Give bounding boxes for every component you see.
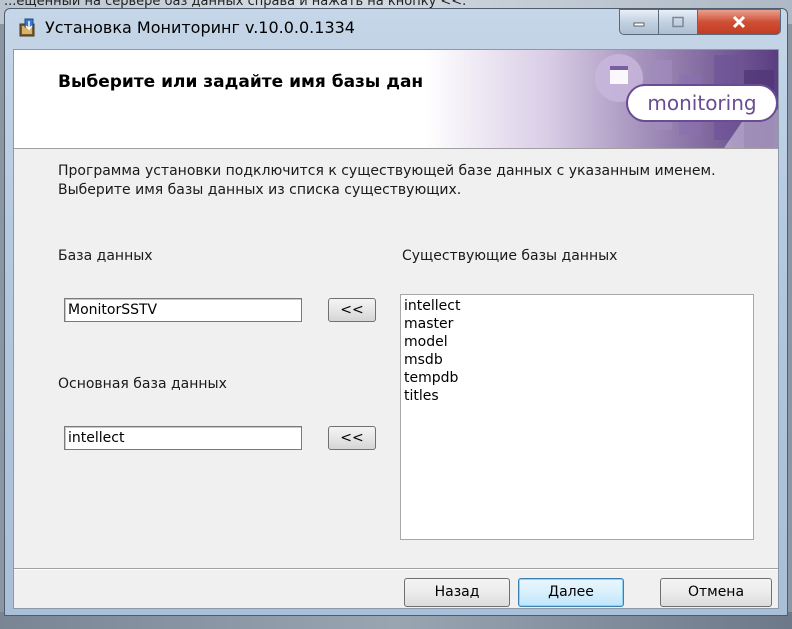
list-item[interactable]: tempdb bbox=[404, 369, 753, 387]
maximize-button[interactable] bbox=[658, 9, 698, 35]
instructions-line-2: Выберите имя базы данных из списка сущес… bbox=[58, 182, 462, 198]
dialog-body: Выберите или задайте имя базы данных. mo… bbox=[13, 49, 779, 609]
window-title: Установка Мониторинг v.10.0.0.1334 bbox=[45, 18, 355, 37]
footer-divider bbox=[14, 568, 778, 570]
close-icon bbox=[732, 15, 746, 29]
existing-databases-list[interactable]: intellect master model msdb tempdb title… bbox=[400, 294, 754, 540]
installer-window: Установка Мониторинг v.10.0.0.1334 Выбер… bbox=[4, 8, 788, 616]
minimize-icon bbox=[633, 22, 645, 27]
main-database-label: Основная база данных bbox=[58, 376, 227, 392]
list-item[interactable]: titles bbox=[404, 387, 753, 405]
list-item[interactable]: model bbox=[404, 333, 753, 351]
page-title: Выберите или задайте имя базы данных. bbox=[58, 72, 468, 92]
list-item[interactable]: master bbox=[404, 315, 753, 333]
list-item[interactable]: intellect bbox=[404, 297, 753, 315]
next-button[interactable]: Далее bbox=[518, 578, 624, 607]
database-label: База данных bbox=[58, 248, 153, 264]
installer-app-icon bbox=[19, 18, 35, 37]
logo-text: monitoring bbox=[647, 91, 757, 115]
existing-databases-label: Существующие базы данных bbox=[402, 248, 618, 264]
back-button[interactable]: Назад bbox=[404, 578, 510, 607]
minimize-button[interactable] bbox=[619, 9, 659, 35]
dialog-header: Выберите или задайте имя базы данных. mo… bbox=[14, 50, 778, 149]
copy-to-main-database-button[interactable]: << bbox=[328, 426, 376, 450]
monitoring-logo: monitoring bbox=[626, 84, 778, 122]
maximize-icon bbox=[672, 16, 684, 28]
close-button[interactable] bbox=[697, 9, 781, 35]
main-database-input[interactable]: intellect bbox=[64, 426, 302, 450]
instructions: Программа установки подключится к сущест… bbox=[58, 162, 778, 200]
cancel-button[interactable]: Отмена bbox=[660, 578, 772, 607]
database-name-input[interactable]: MonitorSSTV bbox=[64, 298, 302, 322]
instructions-line-1: Программа установки подключится к сущест… bbox=[58, 163, 716, 179]
list-item[interactable]: msdb bbox=[404, 351, 753, 369]
copy-to-database-button[interactable]: << bbox=[328, 298, 376, 322]
